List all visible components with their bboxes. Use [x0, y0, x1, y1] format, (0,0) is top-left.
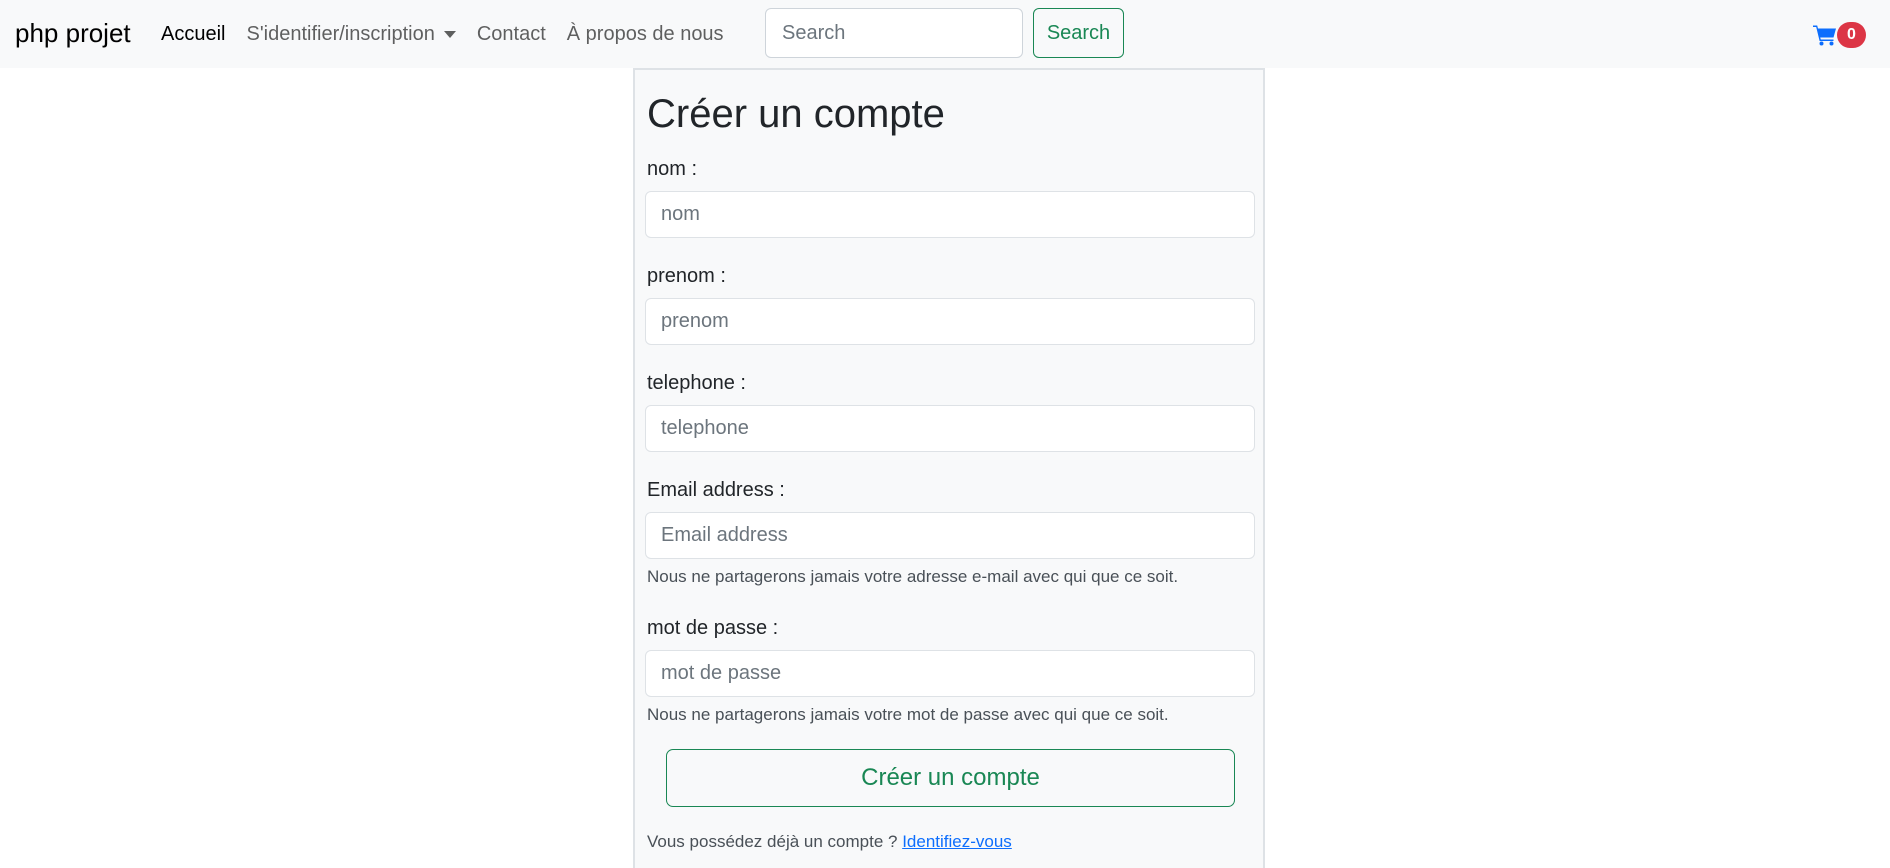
navbar: php projet Accueil S'identifier/inscript… — [0, 0, 1890, 68]
password-label: mot de passe : — [647, 617, 779, 639]
cart-count-badge: 0 — [1837, 22, 1866, 48]
nav-link-contact[interactable]: Contact — [477, 20, 546, 48]
password-help-text: Nous ne partagerons jamais votre mot de … — [647, 705, 1169, 724]
nav-links: Accueil S'identifier/inscription Contact… — [161, 0, 745, 68]
telephone-label: telephone : — [647, 372, 746, 394]
nav-link-a-propos[interactable]: À propos de nous — [567, 20, 724, 48]
telephone-field[interactable] — [645, 405, 1255, 452]
cart-button[interactable]: 0 — [1813, 20, 1866, 50]
login-link[interactable]: Identifiez-vous — [902, 832, 1012, 851]
nom-field[interactable] — [645, 191, 1255, 238]
brand-link[interactable]: php projet — [15, 16, 131, 50]
password-field[interactable] — [645, 650, 1255, 697]
cart-icon — [1813, 25, 1836, 46]
signup-form-card: Créer un compte nom : prenom : telephone… — [633, 68, 1265, 868]
login-prompt-text: Vous possédez déjà un compte ? — [647, 832, 898, 851]
caret-down-icon — [443, 30, 456, 38]
search-input[interactable] — [765, 8, 1023, 58]
nav-dropdown-identifier[interactable]: S'identifier/inscription — [246, 20, 456, 48]
nav-dropdown-label: S'identifier/inscription — [246, 23, 435, 45]
login-prompt: Vous possédez déjà un compte ? Identifie… — [647, 831, 1012, 853]
nom-label: nom : — [647, 158, 698, 180]
prenom-label: prenom : — [647, 265, 726, 287]
email-help-text: Nous ne partagerons jamais votre adresse… — [647, 567, 1179, 586]
form-title: Créer un compte — [647, 92, 945, 136]
create-account-button[interactable]: Créer un compte — [666, 749, 1235, 807]
nav-link-accueil[interactable]: Accueil — [161, 20, 225, 48]
email-label: Email address : — [647, 479, 785, 501]
search-button[interactable]: Search — [1033, 8, 1124, 58]
prenom-field[interactable] — [645, 298, 1255, 345]
email-field[interactable] — [645, 512, 1255, 559]
